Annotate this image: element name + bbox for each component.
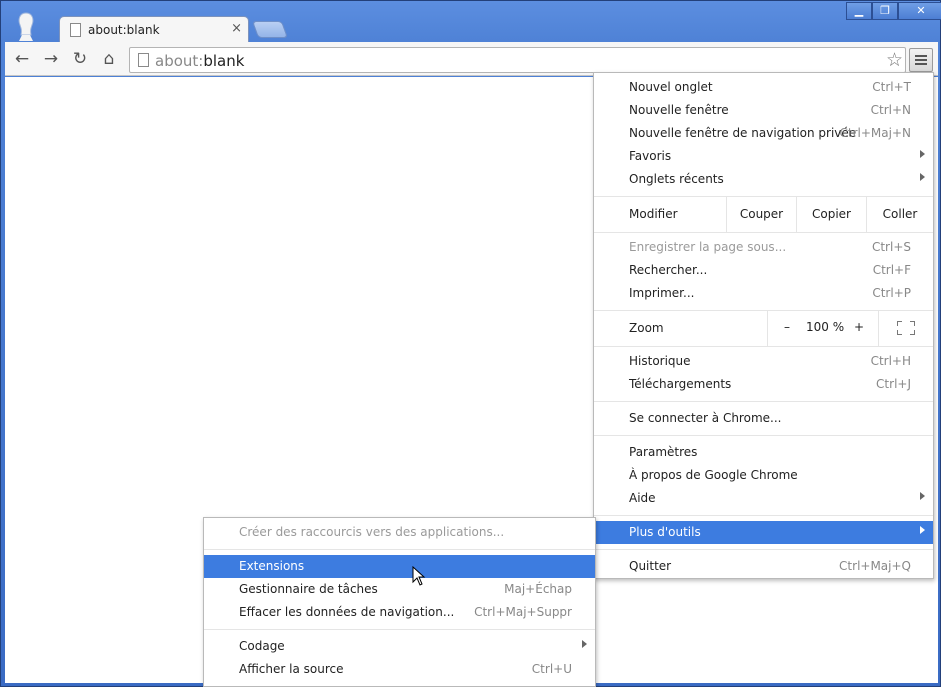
menu-separator bbox=[594, 515, 933, 516]
menu-separator bbox=[204, 629, 595, 630]
submenu-item-encoding[interactable]: Codage bbox=[204, 635, 595, 658]
submenu-arrow-icon bbox=[920, 492, 925, 500]
page-icon bbox=[138, 53, 149, 67]
title-bar: about:blank × ▁ ❐ ✕ bbox=[1, 1, 941, 43]
toolbar: ← → ↻ ⌂ about:blank ☆ bbox=[5, 42, 938, 76]
menu-separator bbox=[594, 549, 933, 550]
reload-icon[interactable]: ↻ bbox=[69, 48, 91, 70]
close-window-button[interactable]: ✕ bbox=[898, 2, 941, 20]
back-icon[interactable]: ← bbox=[11, 48, 33, 70]
zoom-controls: – 100 % + bbox=[767, 310, 879, 346]
submenu-item-task-manager[interactable]: Gestionnaire de tâches Maj+Échap bbox=[204, 578, 595, 601]
zoom-out-button[interactable]: – bbox=[784, 320, 790, 334]
cut-button[interactable]: Couper bbox=[726, 196, 796, 232]
menu-item-quit[interactable]: Quitter Ctrl+Maj+Q bbox=[594, 555, 933, 578]
menu-item-history[interactable]: Historique Ctrl+H bbox=[594, 350, 933, 373]
menu-item-more-tools[interactable]: Plus d'outils bbox=[594, 521, 933, 544]
tab-close-icon[interactable]: × bbox=[231, 21, 242, 36]
menu-item-sign-in[interactable]: Se connecter à Chrome... bbox=[594, 407, 933, 430]
submenu-arrow-icon bbox=[920, 150, 925, 158]
menu-item-incognito-window[interactable]: Nouvelle fenêtre de navigation privée Ctr… bbox=[594, 122, 933, 145]
menu-separator bbox=[594, 232, 933, 233]
menu-item-bookmarks[interactable]: Favoris bbox=[594, 145, 933, 168]
menu-item-print[interactable]: Imprimer... Ctrl+P bbox=[594, 282, 933, 305]
submenu-item-view-source[interactable]: Afficher la source Ctrl+U bbox=[204, 658, 595, 681]
menu-item-find[interactable]: Rechercher... Ctrl+F bbox=[594, 259, 933, 282]
menu-separator bbox=[594, 346, 933, 347]
submenu-item-clear-browsing-data[interactable]: Effacer les données de navigation... Ctrl… bbox=[204, 601, 595, 624]
maximize-button[interactable]: ❐ bbox=[872, 2, 898, 20]
submenu-arrow-icon bbox=[920, 173, 925, 181]
forward-icon[interactable]: → bbox=[40, 48, 62, 70]
fullscreen-icon[interactable] bbox=[897, 321, 915, 335]
submenu-item-create-shortcuts: Créer des raccourcis vers des applicatio… bbox=[239, 525, 505, 539]
chrome-menu: Nouvel onglet Ctrl+T Nouvelle fenêtre Ctrl… bbox=[593, 72, 934, 579]
zoom-in-button[interactable]: + bbox=[854, 320, 864, 334]
zoom-label: Zoom bbox=[629, 321, 664, 335]
tab-about-blank[interactable]: about:blank × bbox=[59, 16, 249, 43]
menu-zoom-row: Zoom – 100 % + bbox=[594, 310, 933, 346]
menu-edit-row: Modifier Couper Copier Coller bbox=[594, 196, 933, 232]
edit-label: Modifier bbox=[629, 207, 678, 221]
more-tools-submenu: Créer des raccourcis vers des applicatio… bbox=[203, 517, 596, 687]
menu-item-new-tab[interactable]: Nouvel onglet Ctrl+T bbox=[594, 76, 933, 99]
menu-item-recent-tabs[interactable]: Onglets récents bbox=[594, 168, 933, 191]
menu-item-about[interactable]: À propos de Google Chrome bbox=[594, 464, 933, 487]
menu-separator bbox=[594, 401, 933, 402]
mouse-cursor-icon bbox=[412, 566, 426, 586]
menu-separator bbox=[204, 549, 595, 550]
menu-separator bbox=[594, 435, 933, 436]
submenu-item-extensions[interactable]: Extensions bbox=[204, 555, 595, 578]
window-controls: ▁ ❐ ✕ bbox=[846, 2, 941, 20]
tab-title: about:blank bbox=[88, 23, 160, 37]
menu-item-new-window[interactable]: Nouvelle fenêtre Ctrl+N bbox=[594, 99, 933, 122]
paste-button[interactable]: Coller bbox=[866, 196, 933, 232]
submenu-arrow-icon bbox=[582, 640, 587, 648]
copy-button[interactable]: Copier bbox=[796, 196, 866, 232]
menu-item-downloads[interactable]: Téléchargements Ctrl+J bbox=[594, 373, 933, 396]
zoom-level: 100 % bbox=[806, 320, 845, 334]
menu-item-settings[interactable]: Paramètres bbox=[594, 441, 933, 464]
url-text: about:blank bbox=[155, 52, 245, 70]
user-profile-icon[interactable] bbox=[15, 11, 37, 41]
menu-item-help[interactable]: Aide bbox=[594, 487, 933, 510]
bookmark-star-icon[interactable]: ☆ bbox=[886, 49, 903, 71]
address-bar[interactable]: about:blank ☆ bbox=[129, 47, 906, 73]
home-icon[interactable]: ⌂ bbox=[98, 48, 120, 70]
submenu-arrow-icon bbox=[920, 526, 925, 534]
chrome-menu-button[interactable] bbox=[909, 48, 933, 72]
new-tab-button[interactable] bbox=[251, 21, 289, 38]
page-icon bbox=[70, 23, 81, 37]
minimize-button[interactable]: ▁ bbox=[846, 2, 872, 20]
menu-item-save-page: Enregistrer la page sous... Ctrl+S bbox=[629, 240, 911, 254]
